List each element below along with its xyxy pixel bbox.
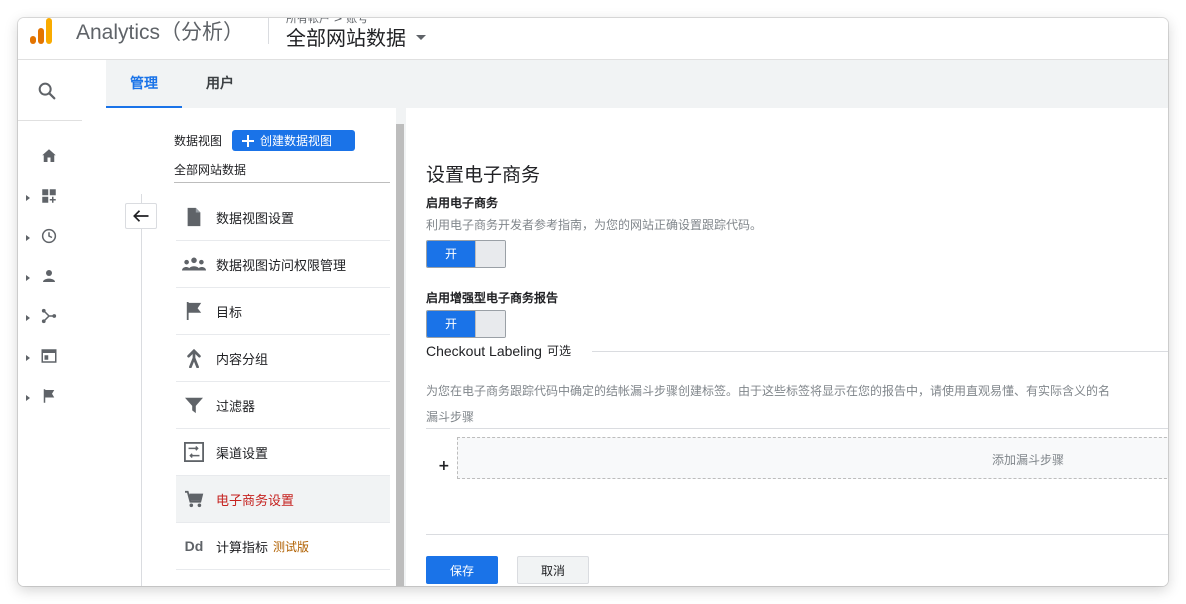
nav-item-label: 数据视图访问权限管理 [216, 258, 347, 274]
tab-user[interactable]: 用户 [182, 60, 258, 108]
realtime-icon [40, 227, 58, 249]
add-funnel-step-label: 添加漏斗步骤 [992, 453, 1065, 467]
nav-item-content-grouping[interactable]: 内容分组 [176, 335, 390, 382]
chevron-right-icon [26, 235, 30, 241]
nav-item-label: 过滤器 [216, 399, 256, 415]
rail-item-audience[interactable] [26, 266, 76, 290]
tab-admin[interactable]: 管理 [106, 60, 182, 108]
ecommerce-settings-panel: 设置电子商务 启用电子商务 利用电子商务开发者参考指南，为您的网站正确设置跟踪代… [406, 108, 1168, 586]
nav-item-channel-settings[interactable]: 渠道设置 [176, 429, 390, 476]
enable-ecommerce-toggle[interactable]: 开 [426, 240, 506, 268]
nav-item-label: 内容分组 [216, 352, 269, 368]
header-divider [268, 18, 269, 44]
nav-item-view-access[interactable]: 数据视图访问权限管理 [176, 241, 390, 288]
search-icon[interactable] [36, 80, 58, 106]
create-view-button[interactable]: 创建数据视图 [232, 130, 355, 151]
optional-label: 可选 [546, 344, 571, 358]
people-icon [182, 252, 206, 276]
rail-item-behavior[interactable] [26, 346, 76, 370]
cart-icon [182, 487, 206, 511]
rail-item-customization[interactable] [26, 186, 76, 210]
checkout-divider [592, 351, 1168, 352]
beta-badge: 测试版 [273, 539, 310, 554]
nav-tree-line [141, 194, 142, 586]
audience-icon [40, 267, 58, 289]
add-funnel-step-button[interactable]: 添加漏斗步骤 [457, 437, 1168, 479]
rail-item-acquisition[interactable] [26, 306, 76, 330]
customization-icon [40, 187, 58, 209]
toggle-knob [475, 241, 505, 267]
enable-ecommerce-label: 启用电子商务 [426, 196, 499, 210]
chevron-right-icon [26, 355, 30, 361]
toggle-on-label: 开 [427, 241, 475, 267]
chevron-right-icon [26, 315, 30, 321]
checkout-labeling-header: Checkout Labeling 可选 [426, 342, 571, 359]
home-icon [40, 147, 58, 169]
rail-item-conversions[interactable] [26, 386, 76, 410]
enable-enhanced-ecommerce-toggle[interactable]: 开 [426, 310, 506, 338]
rail-item-home[interactable] [26, 146, 76, 170]
acquisition-icon [40, 307, 58, 329]
nav-item-label: 电子商务设置 [216, 493, 295, 509]
back-button[interactable] [125, 203, 157, 229]
nav-item-goals[interactable]: 目标 [176, 288, 390, 335]
checkout-help-text: 为您在电子商务跟踪代码中确定的结帐漏斗步骤创建标签。由于这些标签将显示在您的报告… [426, 384, 1111, 398]
conversions-icon [40, 387, 58, 409]
app-title: Analytics（分析） [76, 21, 245, 44]
chevron-right-icon [26, 395, 30, 401]
chevron-right-icon [26, 275, 30, 281]
nav-scrollbar[interactable] [396, 124, 404, 586]
nav-item-view-settings[interactable]: 数据视图设置 [176, 194, 390, 241]
cancel-button[interactable]: 取消 [517, 556, 589, 584]
view-section-label: 数据视图 [174, 134, 223, 148]
plus-icon [242, 134, 254, 147]
create-view-label: 创建数据视图 [260, 134, 333, 148]
arrow-left-icon [133, 210, 149, 222]
nav-item-label: 计算指标 [216, 540, 269, 556]
nav-item-filters[interactable]: 过滤器 [176, 382, 390, 429]
calculated-metrics-icon: Dd [184, 538, 204, 554]
save-button[interactable]: 保存 [426, 556, 498, 584]
view-selector[interactable]: 全部网站数据 [286, 22, 426, 51]
nav-item-label: 目标 [216, 305, 243, 321]
flag-icon [182, 299, 206, 323]
analytics-logo-icon[interactable] [30, 18, 58, 44]
left-rail [18, 60, 106, 586]
caret-down-icon [416, 35, 426, 40]
nav-item-label: 渠道设置 [216, 446, 269, 462]
footer-divider [426, 534, 1168, 535]
nav-item-ecommerce-settings[interactable]: 电子商务设置 [176, 476, 390, 523]
admin-tabs: 管理 用户 [106, 60, 1168, 108]
view-name-underline [174, 182, 390, 183]
filter-icon [182, 393, 206, 417]
nav-item-label: 数据视图设置 [216, 211, 295, 227]
channel-settings-icon [182, 440, 206, 464]
chevron-right-icon [26, 195, 30, 201]
toggle-knob [475, 311, 505, 337]
checkout-labeling-title: Checkout Labeling [426, 342, 542, 359]
behavior-icon [40, 347, 58, 369]
funnel-divider [426, 428, 1168, 429]
rail-item-realtime[interactable] [26, 226, 76, 250]
rail-divider [18, 120, 82, 121]
funnel-steps-label: 漏斗步骤 [426, 410, 475, 424]
ecommerce-help-text: 利用电子商务开发者参考指南，为您的网站正确设置跟踪代码。 [426, 218, 763, 232]
current-view-name[interactable]: 全部网站数据 [174, 161, 246, 178]
view-selector-label: 全部网站数据 [286, 26, 406, 50]
toggle-on-label: 开 [427, 311, 475, 337]
app-window: Analytics（分析） 所有帐户 > 账号 全部网站数据 管理 用户 数据视… [18, 18, 1168, 586]
page-title: 设置电子商务 [426, 164, 541, 186]
document-icon [182, 205, 206, 229]
enable-enhanced-ecommerce-label: 启用增强型电子商务报告 [426, 291, 559, 305]
content-grouping-icon [182, 346, 206, 370]
top-header: Analytics（分析） 所有帐户 > 账号 全部网站数据 [18, 18, 1168, 60]
nav-item-calculated-metrics[interactable]: Dd 计算指标 测试版 [176, 523, 390, 570]
add-step-plus-icon[interactable]: + [438, 458, 450, 474]
